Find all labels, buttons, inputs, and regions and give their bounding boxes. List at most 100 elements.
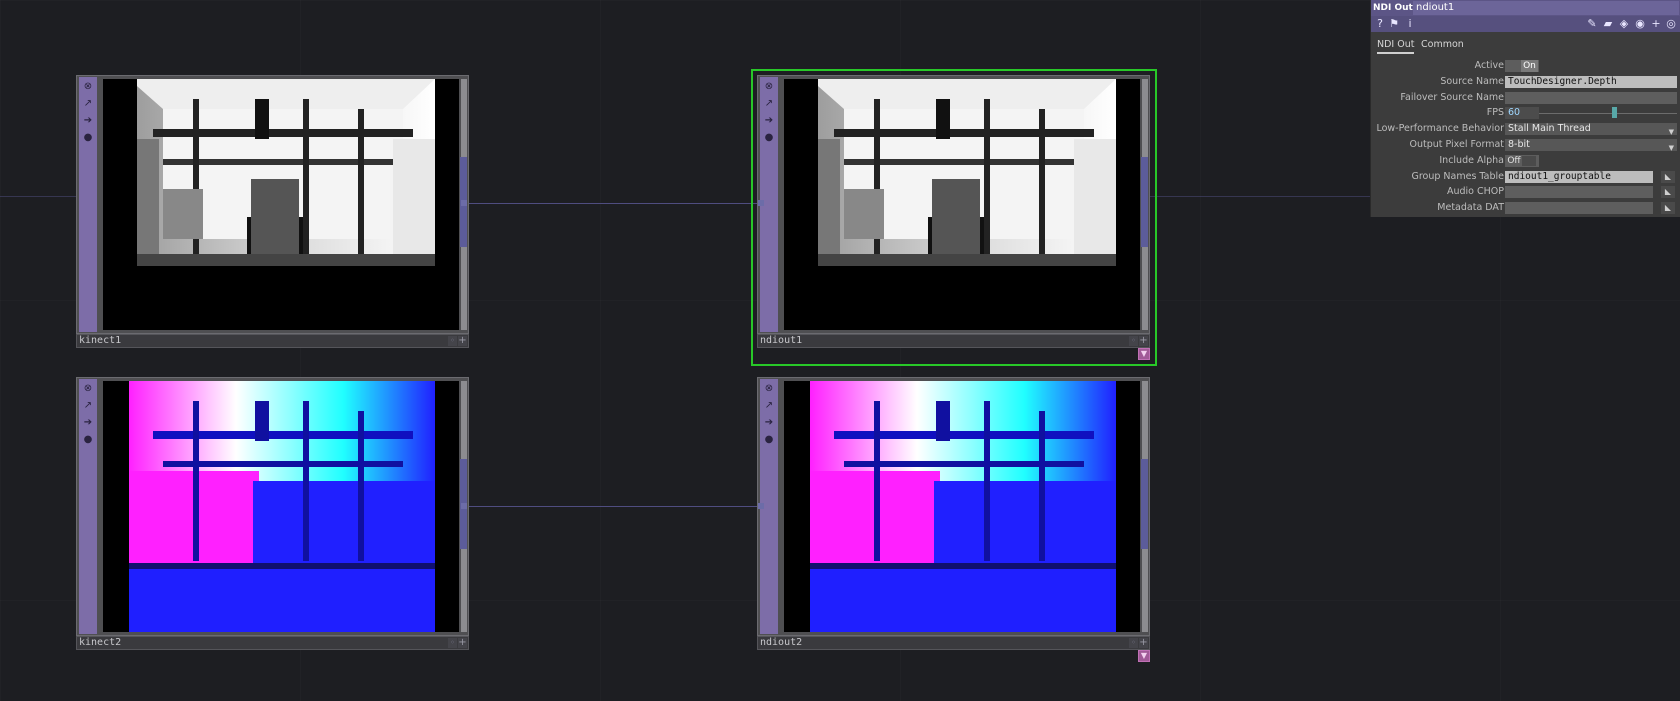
comment-icon[interactable]: ▰ [1601,17,1615,31]
node-label-bar: kinect2 ◦ + [76,636,469,650]
expand-icon[interactable]: + [1139,336,1148,346]
input-port-ndiout1[interactable] [758,200,764,206]
node-kinect2[interactable]: ⊗ ↗ ➔ ● kinect2 ◦ + [76,377,469,650]
reference-arrow-icon[interactable]: ◣ [1661,202,1675,214]
reference-arrow-icon[interactable]: ◣ [1661,171,1675,183]
chevron-down-icon: ▼ [1668,128,1674,135]
toggle-value: Off [1507,156,1521,166]
wire-kinect2-ndiout2[interactable] [463,506,760,507]
node-ndiout2[interactable]: ⊗ ↗ ➔ ● ndiout2 ◦ + [757,377,1150,650]
toggle-knob [1522,156,1536,166]
param-label: FPS [1486,107,1504,118]
group-names-table-field[interactable]: ndiout1_grouptable [1505,171,1653,183]
param-failover-source-name: Failover Source Name [1371,91,1680,105]
display-icon[interactable]: ➔ [762,416,776,430]
dropdown-value: Stall Main Thread [1508,123,1591,134]
tab-common[interactable]: Common [1421,39,1464,51]
fps-value-field[interactable]: 60 [1505,107,1539,119]
ndi-flag-icon[interactable]: ▼ [1138,650,1150,662]
audio-chop-field[interactable] [1505,186,1653,198]
tab-ndi-out[interactable]: NDI Out [1377,39,1415,54]
chevron-down-icon: ▼ [1668,144,1674,151]
expand-icon[interactable]: + [458,638,467,648]
param-label: Audio CHOP [1446,186,1504,197]
param-label: Include Alpha [1439,155,1504,166]
node-name[interactable]: ndiout2 [760,637,802,649]
viewer-toggle-icon[interactable]: ◦ [448,638,457,648]
lock-icon[interactable]: ↗ [81,399,95,413]
input-port-ndiout2[interactable] [758,503,764,509]
param-output-pixel-format: Output Pixel Format 8-bit ▼ [1371,138,1680,152]
output-connector[interactable] [1141,157,1148,247]
active-toggle[interactable]: On [1505,60,1539,72]
viewer-icon[interactable]: ● [762,433,776,447]
param-audio-chop: Audio CHOP ◣ [1371,185,1680,199]
parameter-panel: NDI Out ndiout1 ? ⚑ i ✎ ▰ ◈ ◉ + ◎ NDI Ou… [1370,0,1680,217]
python-icon[interactable]: ◉ [1633,17,1647,31]
param-metadata-dat: Metadata DAT ◣ [1371,201,1680,215]
add-icon[interactable]: + [1649,17,1663,31]
output-port-kinect1[interactable] [461,200,467,206]
wire-kinect1-ndiout1[interactable] [463,203,760,204]
param-label: Failover Source Name [1400,92,1504,103]
output-pixel-format-dropdown[interactable]: 8-bit ▼ [1505,139,1677,151]
fps-slider[interactable] [1539,113,1677,114]
output-connector[interactable] [1141,459,1148,549]
fps-slider-handle[interactable] [1612,107,1618,118]
param-active: Active On [1371,59,1680,73]
depth-preview-grayscale[interactable] [784,79,1140,330]
ndi-flag-icon[interactable]: ▼ [1138,348,1150,360]
bypass-icon[interactable]: ⊗ [762,80,776,94]
operator-name-field[interactable]: ndiout1 [1413,1,1679,15]
viewer-toggle-icon[interactable]: ◦ [1129,336,1138,346]
failover-source-name-field[interactable] [1505,92,1677,104]
node-name[interactable]: kinect1 [79,335,121,347]
panel-titlebar: NDI Out ndiout1 [1371,0,1680,16]
param-label: Output Pixel Format [1409,139,1505,150]
node-label-bar: ndiout2 ◦ + [757,636,1150,650]
expand-icon[interactable]: + [1139,638,1148,648]
node-kinect1[interactable]: ⊗ ↗ ➔ ● kinect1 ◦ + [76,75,469,348]
source-name-field[interactable]: TouchDesigner.Depth [1505,76,1677,88]
info-icon[interactable]: i [1403,17,1417,31]
param-group-names-table: Group Names Table ndiout1_grouptable ◣ [1371,170,1680,184]
expand-icon[interactable]: + [458,336,467,346]
bookmark-icon[interactable]: ◈ [1617,17,1631,31]
viewer-icon[interactable]: ● [81,131,95,145]
display-icon[interactable]: ➔ [81,114,95,128]
node-name[interactable]: kinect2 [79,637,121,649]
param-label: Group Names Table [1411,171,1504,182]
wire-offscreen-right [1150,196,1370,197]
toggle-value: On [1521,60,1538,72]
panel-tabs: NDI Out Common [1371,36,1680,54]
param-fps: FPS 60 [1371,106,1680,120]
depth-preview-grayscale[interactable] [103,79,459,330]
include-alpha-toggle[interactable]: Off [1505,155,1539,167]
help-icon[interactable]: ? [1373,17,1387,31]
lock-icon[interactable]: ↗ [81,97,95,111]
viewer-toggle-icon[interactable]: ◦ [448,336,457,346]
output-port-kinect2[interactable] [461,503,467,509]
display-icon[interactable]: ➔ [81,416,95,430]
lock-icon[interactable]: ↗ [762,97,776,111]
bypass-icon[interactable]: ⊗ [762,382,776,396]
bypass-icon[interactable]: ⊗ [81,80,95,94]
metadata-dat-field[interactable] [1505,202,1653,214]
viewer-icon[interactable]: ● [81,433,95,447]
display-icon[interactable]: ➔ [762,114,776,128]
edit-icon[interactable]: ✎ [1585,17,1599,31]
lock-icon[interactable]: ↗ [762,399,776,413]
bypass-icon[interactable]: ⊗ [81,382,95,396]
depth-preview-color[interactable] [784,381,1140,632]
depth-preview-color[interactable] [103,381,459,632]
viewer-toggle-icon[interactable]: ◦ [1129,638,1138,648]
node-ndiout1[interactable]: ⊗ ↗ ➔ ● ndiout1 ◦ + [757,75,1150,348]
target-icon[interactable]: ◎ [1664,17,1678,31]
low-performance-behavior-dropdown[interactable]: Stall Main Thread ▼ [1505,123,1677,135]
viewer-icon[interactable]: ● [762,131,776,145]
node-sidebar: ⊗ ↗ ➔ ● [79,77,97,332]
reference-arrow-icon[interactable]: ◣ [1661,186,1675,198]
node-name[interactable]: ndiout1 [760,335,802,347]
python-help-icon[interactable]: ⚑ [1387,17,1401,31]
node-label-bar: ndiout1 ◦ + [757,334,1150,348]
